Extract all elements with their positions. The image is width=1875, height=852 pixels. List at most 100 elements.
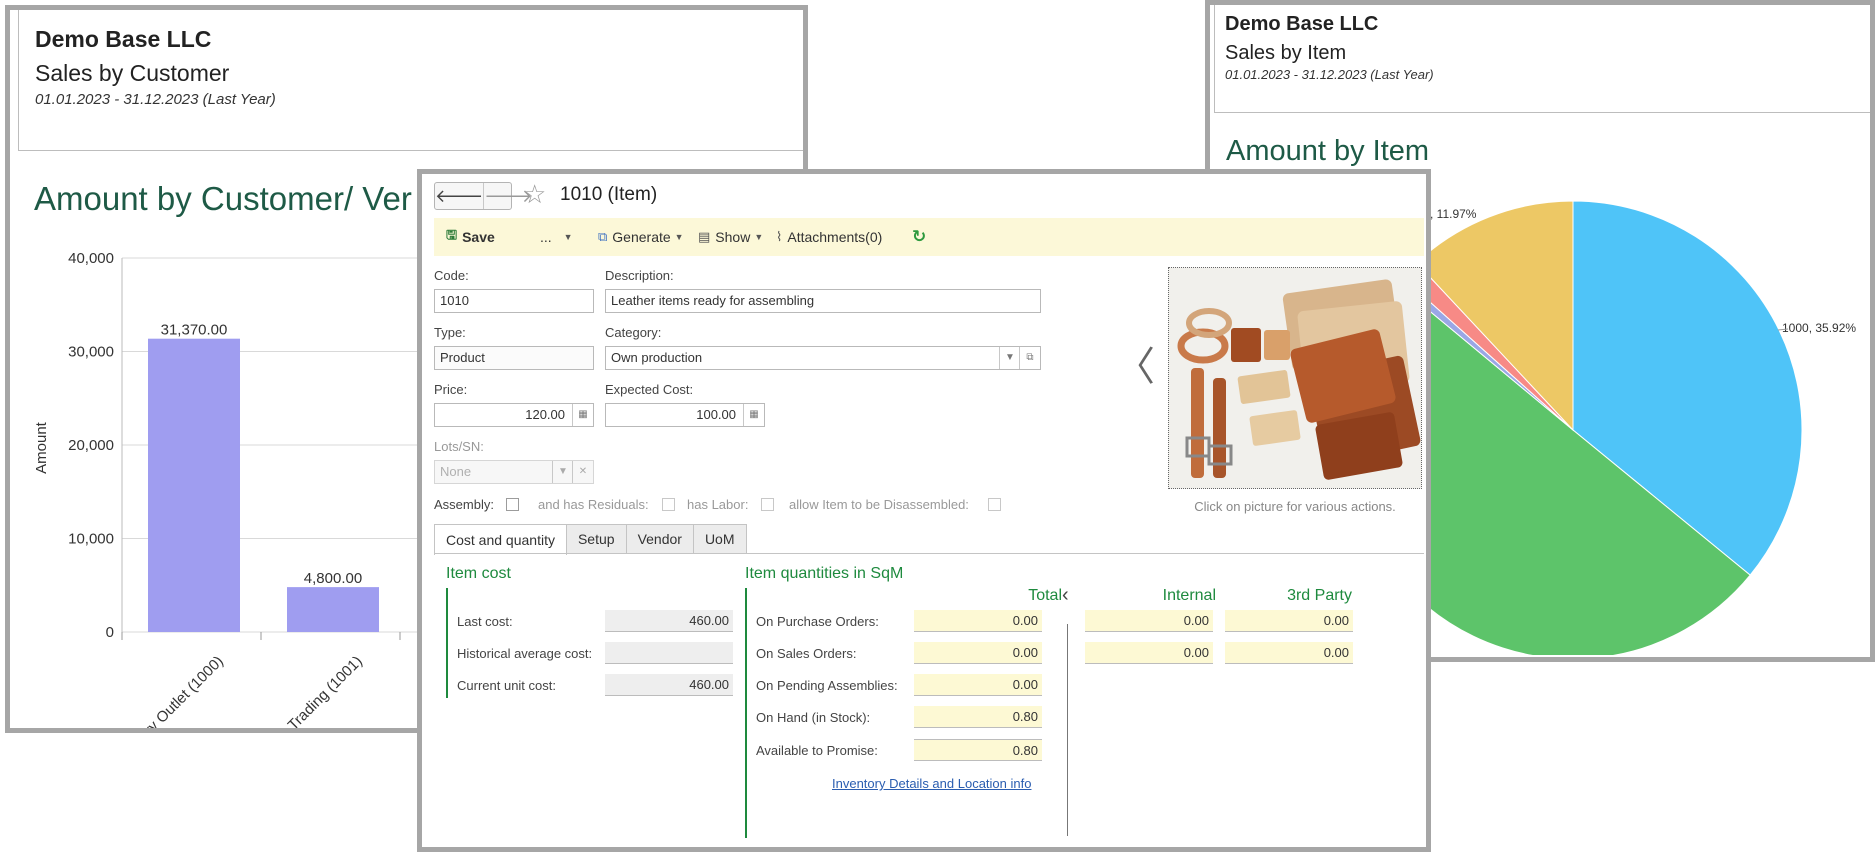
item-picture[interactable] [1168,267,1422,489]
assembly-checkbox[interactable] [506,498,519,511]
qty-row-label: Available to Promise: [756,743,878,758]
price-value: 120.00 [525,407,565,422]
tab-setup[interactable]: Setup [565,524,627,553]
save-button[interactable]: 🖫 Save [446,218,495,256]
favorite-star-icon[interactable]: ☆ [523,179,546,210]
qty-total-value: 0.00 [914,610,1042,632]
qty-row-label: On Sales Orders: [756,646,857,661]
generate-button[interactable]: ⧉ Generate ▼ [598,218,684,256]
form-title: 1010 (Item) [560,184,658,205]
column-total: Total [1028,587,1062,604]
category-dropdown-button[interactable]: ▼ [999,347,1020,369]
last-cost-value: 460.00 [605,610,733,632]
item-cost-bar [446,588,448,698]
qty-total-value: 0.80 [914,739,1042,761]
historical-average-cost-value [605,642,733,664]
item-cost-title: Item cost [446,565,511,582]
show-button[interactable]: ▤ Show ▼ [698,218,763,256]
y-tick-label: 20,000 [68,437,114,454]
disassembled-label: allow Item to be Disassembled: [789,497,969,512]
refresh-icon: ↻ [912,227,927,246]
picture-hint: Click on picture for various actions. [1194,499,1396,514]
save-icon: 🖫 [446,227,458,242]
title-bar: 🡐 🡒 ☆ 1010 (Item) [422,174,1426,216]
show-label: Show [715,229,751,245]
report-header: Demo Base LLC Sales by Customer 01.01.20… [18,10,803,151]
description-field[interactable]: Leather items ready for assembling [605,289,1041,313]
description-label: Description: [605,268,674,283]
y-tick-label: 0 [106,624,114,641]
tab-bar: Cost and quantity Setup Vendor UoM [434,524,747,555]
item-form-window: 🡐 🡒 ☆ 1010 (Item) 🖫 Save ... ▼ ⧉ Generat… [417,169,1431,852]
generate-label: Generate [612,229,671,245]
lots-clear-button: ✕ [572,461,593,483]
historical-average-cost-label: Historical average cost: [457,646,593,661]
lots-placeholder: None [440,464,472,479]
expected-cost-value: 100.00 [696,407,736,422]
current-unit-cost-value: 460.00 [605,674,733,696]
attachments-label: Attachments(0) [787,229,883,245]
chevron-down-icon: ▼ [563,232,573,242]
qty-internal-value: 0.00 [1085,642,1213,664]
type-field[interactable]: Product [434,346,594,370]
current-unit-cost-label: Current unit cost: [457,678,556,693]
calculator-button[interactable]: ▦ [743,404,764,426]
x-tick-label: ctory Outlet (1000) [127,653,227,730]
category-label: Category: [605,325,662,340]
lots-field: None ▼ ✕ [434,460,594,484]
last-cost-label: Last cost: [457,614,513,629]
chevron-down-icon: ▼ [1005,352,1015,363]
qty-total-value: 0.00 [914,674,1042,696]
data-label: 4,800.00 [304,570,362,587]
tab-vendor[interactable]: Vendor [625,524,694,553]
x-tick-label: ct Trading (1001) [274,653,366,730]
expected-cost-field[interactable]: 100.00 ▦ [605,403,765,427]
more-actions-button[interactable]: ... ▼ [540,218,573,256]
qty-internal-value: 0.00 [1085,610,1213,632]
tab-divider [434,553,1424,554]
disassembled-checkbox [988,498,1001,511]
qty-third-party-value: 0.00 [1225,610,1353,632]
paperclip-icon: ⌇ [776,229,783,244]
quantities-title: Item quantities in SqM [745,565,904,582]
qty-row-label: On Hand (in Stock): [756,710,871,725]
category-open-button[interactable]: ⧉ [1019,347,1040,369]
bar [148,338,240,632]
calculator-icon: ▦ [749,409,759,420]
expected-cost-label: Expected Cost: [605,382,694,397]
back-button[interactable]: 🡐 [435,183,483,209]
code-field[interactable]: 1010 [434,289,594,313]
refresh-button[interactable]: ↻ [912,218,926,256]
more-label: ... [540,229,552,245]
chevron-down-icon: ▼ [558,466,568,477]
report-period: 01.01.2023 - 31.12.2023 (Last Year) [35,91,276,108]
labor-label: has Labor: [687,497,749,512]
category-field[interactable]: Own production ▼ ⧉ [605,346,1041,370]
chevron-left-icon[interactable]: ‹ [1062,584,1069,607]
price-field[interactable]: 120.00 ▦ [434,403,594,427]
qty-row-label: On Pending Assemblies: [756,678,898,693]
tab-uom[interactable]: UoM [692,524,747,553]
calculator-icon: ▦ [578,409,588,420]
bar [287,587,379,632]
collapse-panel-chevron-icon[interactable]: 〈 [1115,334,1155,392]
calculator-button[interactable]: ▦ [572,404,593,426]
category-value: Own production [611,350,703,365]
labor-checkbox [761,498,774,511]
attachments-button[interactable]: ⌇ Attachments(0) [776,218,882,256]
tab-cost-and-quantity[interactable]: Cost and quantity [434,524,567,555]
residuals-checkbox [662,498,675,511]
toolbar: 🖫 Save ... ▼ ⧉ Generate ▼ ▤ Show ▼ ⌇ Att… [434,218,1424,256]
nav-buttons: 🡐 🡒 [434,182,533,210]
slice-label: , 11.97% [1430,207,1477,221]
data-label: 31,370.00 [161,322,228,339]
slice-label: 1000, 35.92% [1782,321,1856,335]
inventory-details-link[interactable]: Inventory Details and Location info [832,776,1031,791]
column-third-party: 3rd Party [1287,587,1352,604]
report-icon: ▤ [698,229,711,244]
y-tick-label: 10,000 [68,531,114,548]
qty-total-value: 0.80 [914,706,1042,728]
clear-icon: ✕ [578,466,588,477]
lots-dropdown-button: ▼ [552,461,573,483]
price-label: Price: [434,382,468,397]
